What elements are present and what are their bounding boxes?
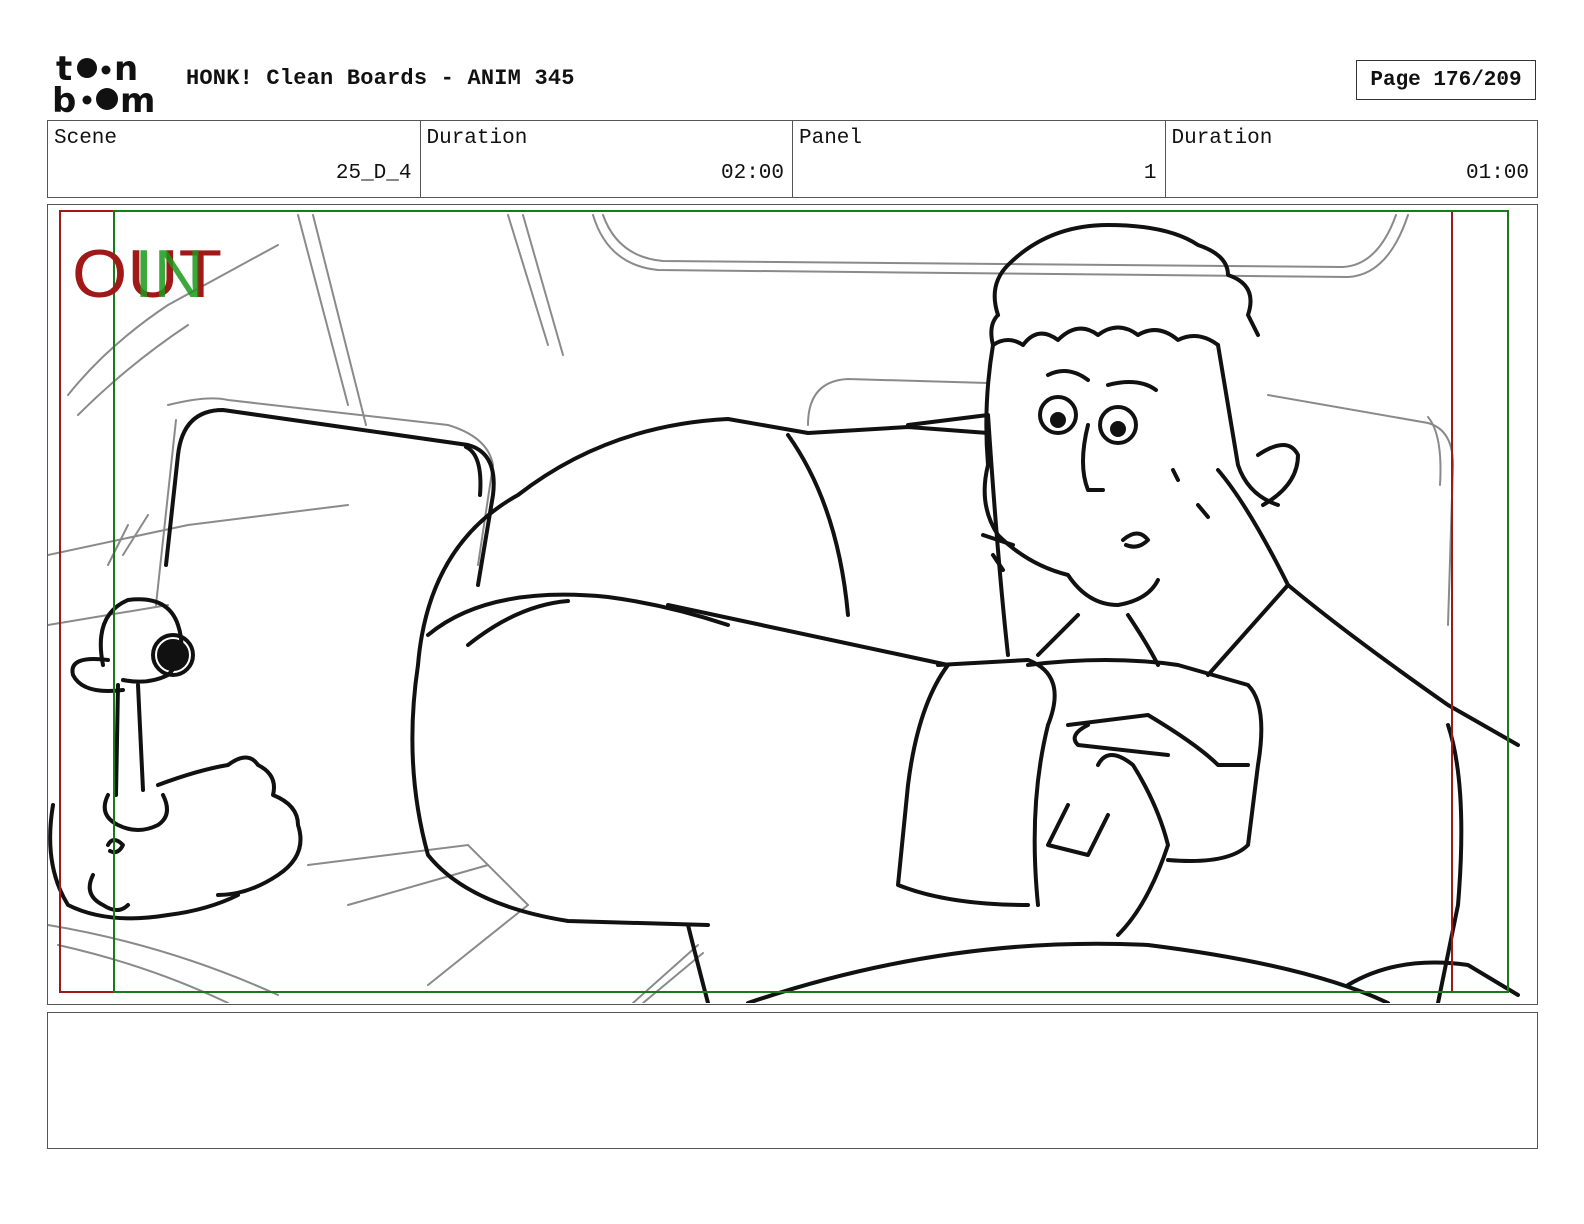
panel-info-row: Scene 25_D_4 Duration 02:00 Panel 1 Dura… xyxy=(47,120,1538,198)
scene-duration-label: Duration xyxy=(426,127,528,150)
panel-duration-label: Duration xyxy=(1171,127,1273,150)
storyboard-drawing: OUT IN xyxy=(48,210,1520,1003)
camera-out-frame xyxy=(59,210,1453,993)
camera-in-frame xyxy=(113,210,1509,993)
camera-in-label: IN xyxy=(134,236,204,312)
scene-label: Scene xyxy=(54,127,118,150)
panel-label: Panel xyxy=(799,127,863,150)
character-ink xyxy=(48,223,1520,1003)
page-indicator: Page 176/209 xyxy=(1356,60,1536,100)
svg-text:m: m xyxy=(120,81,155,114)
panel-notes-box xyxy=(47,1012,1538,1149)
document-title: HONK! Clean Boards - ANIM 345 xyxy=(186,66,575,91)
storyboard-panel: OUT IN xyxy=(47,204,1538,1005)
svg-text:b: b xyxy=(52,81,76,114)
scene-value: 25_D_4 xyxy=(335,162,412,185)
panel-duration-cell: Duration 01:00 xyxy=(1166,121,1538,197)
scene-duration-cell: Duration 02:00 xyxy=(421,121,793,197)
scene-cell: Scene 25_D_4 xyxy=(48,121,421,197)
panel-value: 1 xyxy=(1143,162,1157,185)
panel-duration-value: 01:00 xyxy=(1465,162,1529,185)
scene-duration-value: 02:00 xyxy=(720,162,784,185)
toon-boom-logo: t n b m xyxy=(52,50,155,114)
panel-cell: Panel 1 xyxy=(793,121,1166,197)
